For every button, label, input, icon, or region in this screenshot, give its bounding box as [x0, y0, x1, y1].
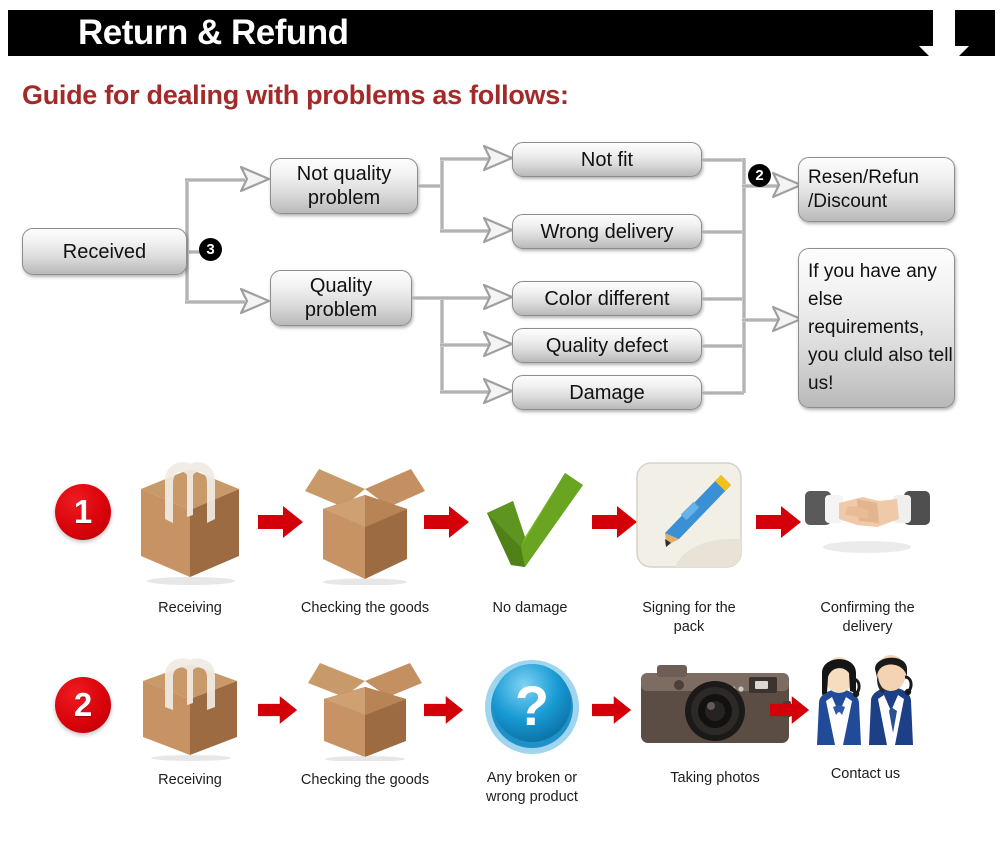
connector-notquality-out [418, 184, 442, 188]
arrowhead-icon [483, 144, 514, 172]
red-arrow-icon [592, 506, 637, 538]
closed-box-icon [135, 653, 245, 761]
page-title: Return & Refund [78, 13, 349, 52]
red-arrow-icon [258, 506, 303, 538]
connector-defect-merge [702, 344, 744, 348]
flow-node-label: Damage [569, 381, 645, 404]
process-step-label: Contact us [830, 766, 901, 782]
row-number-badge: 2 [55, 677, 111, 733]
open-box-icon [301, 455, 429, 586]
handshake-icon [801, 455, 934, 585]
arrowhead-icon [483, 330, 514, 358]
step-badge-3: 3 [199, 238, 222, 261]
flow-node-label: Color different [544, 287, 670, 310]
process-step-label: Signing for the pack [642, 600, 736, 635]
arrowhead-icon [240, 287, 271, 315]
problem-flowchart: 3 Received Not quality problem Quality p… [0, 130, 1000, 430]
green-check-icon [471, 455, 589, 585]
red-arrow-icon [424, 696, 464, 724]
flow-node-not-fit[interactable]: Not fit [512, 142, 702, 177]
flow-node-color-different[interactable]: Color different [512, 281, 702, 316]
red-arrow-icon [592, 696, 632, 724]
return-refund-infographic: Return & Refund Guide for dealing with p… [0, 0, 1000, 841]
process-step[interactable]: Contact us [808, 649, 923, 784]
flow-node-quality-problem[interactable]: Quality problem [270, 270, 412, 326]
process-step[interactable]: Receiving [130, 455, 250, 618]
process-step-label: No damage [492, 600, 568, 616]
flow-node-label: Quality problem [304, 275, 378, 321]
customer-service-icon [809, 649, 922, 757]
open-box-icon [304, 653, 426, 762]
flow-node-resend-refund-discount[interactable]: Resen/Refun /Discount [798, 157, 955, 222]
process-step-label: Any broken or wrong product [486, 770, 578, 805]
flow-node-label: Received [62, 240, 147, 263]
process-step-label: Receiving [158, 600, 222, 616]
process-row-2: 2 Receiving Checking the goods ? Any bro… [0, 645, 1000, 835]
process-step[interactable]: Confirming the delivery [800, 455, 935, 637]
pencil-signing-icon [635, 455, 743, 585]
flow-node-contact-note[interactable]: If you have any else requirements, you c… [798, 248, 955, 408]
process-row-1: 1 Receiving Checking the goods No damage… [0, 455, 1000, 645]
connector-wrongdelivery-merge [702, 230, 744, 234]
connector-to-not-quality [185, 178, 245, 182]
arrowhead-icon [483, 216, 514, 244]
process-step-label: Checking the goods [300, 772, 430, 788]
flow-node-wrong-delivery[interactable]: Wrong delivery [512, 214, 702, 249]
row-number-badge: 1 [55, 484, 111, 540]
flow-node-label: If you have any else requirements, you c… [808, 261, 953, 394]
connector-damage-merge [702, 391, 744, 395]
flow-node-received[interactable]: Received [22, 228, 187, 275]
process-step[interactable]: Signing for the pack [634, 455, 744, 637]
step-badge-2: 2 [748, 164, 771, 187]
closed-box-icon [131, 455, 249, 585]
connector-notquality-bus [440, 157, 444, 233]
flow-node-label: Not fit [580, 148, 634, 171]
svg-text:?: ? [515, 674, 549, 737]
process-step[interactable]: Receiving [130, 653, 250, 790]
red-arrow-icon [756, 506, 801, 538]
arrowhead-icon [483, 283, 514, 311]
connector-quality-out [412, 296, 442, 300]
flow-node-label: Quality defect [545, 334, 669, 357]
connector-to-quality [185, 300, 245, 304]
blue-question-icon: ? [480, 653, 584, 757]
connector-merge-bus [742, 158, 746, 393]
flow-node-label: Wrong delivery [540, 220, 674, 243]
red-arrow-icon [770, 696, 810, 724]
process-step[interactable]: Checking the goods [300, 455, 430, 618]
process-step[interactable]: ? Any broken or wrong product [472, 653, 592, 807]
red-arrow-icon [424, 506, 469, 538]
arrowhead-icon [483, 377, 514, 405]
flow-node-label: Not quality problem [296, 163, 392, 209]
connector-notfit-merge [702, 158, 744, 162]
process-step-label: Confirming the delivery [820, 600, 915, 635]
flow-node-damage[interactable]: Damage [512, 375, 702, 410]
process-step-label: Checking the goods [300, 600, 430, 616]
red-arrow-icon [258, 696, 298, 724]
flow-node-not-quality-problem[interactable]: Not quality problem [270, 158, 418, 214]
process-step-label: Receiving [158, 772, 222, 788]
arrowhead-icon [240, 165, 271, 193]
guide-subtitle: Guide for dealing with problems as follo… [22, 80, 569, 110]
process-step[interactable]: Checking the goods [300, 653, 430, 790]
flow-node-label: Resen/Refun /Discount [808, 166, 919, 212]
down-arrow-icon [919, 10, 969, 71]
connector-color-merge [702, 297, 744, 301]
process-step-label: Taking photos [670, 770, 760, 786]
flow-node-quality-defect[interactable]: Quality defect [512, 328, 702, 363]
process-step[interactable]: No damage [470, 455, 590, 618]
